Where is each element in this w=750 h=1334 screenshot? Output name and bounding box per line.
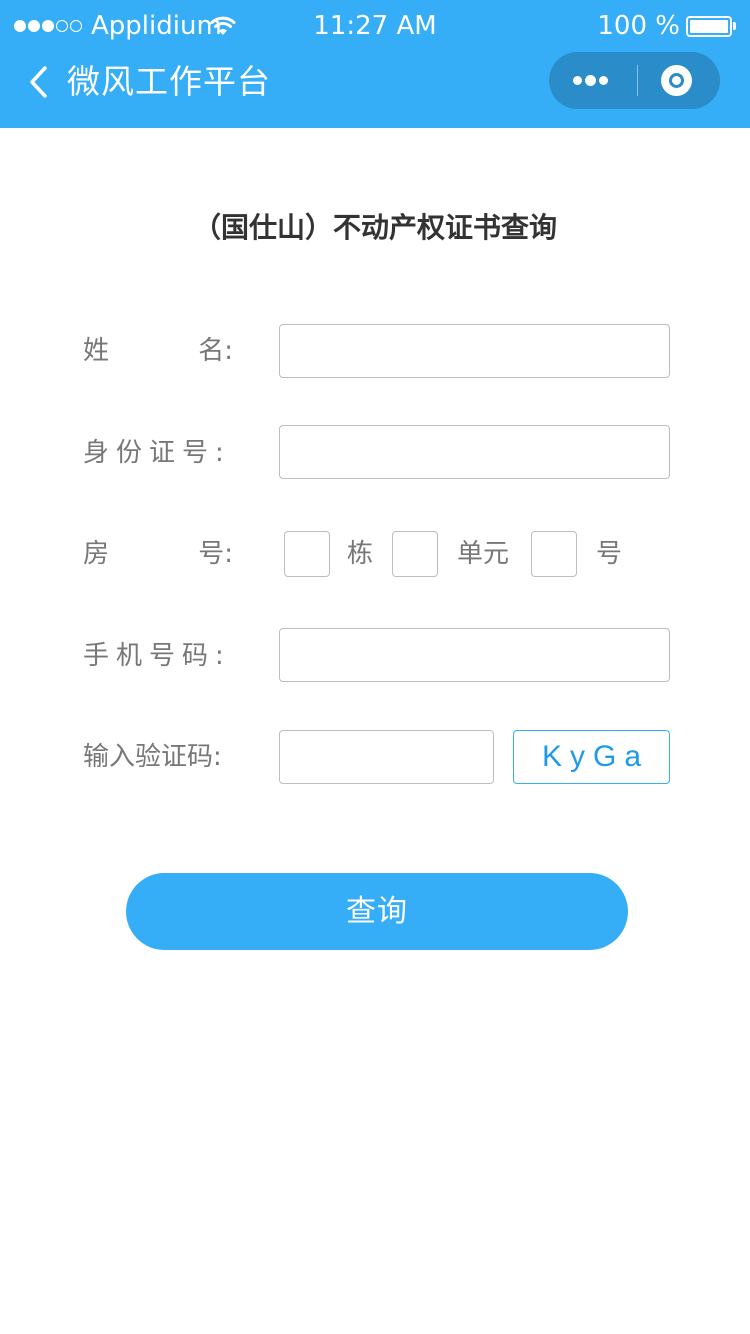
more-dot (599, 76, 608, 85)
id-number-field[interactable] (279, 425, 670, 479)
more-menu-button[interactable] (549, 52, 635, 109)
unit-number-input[interactable] (393, 532, 437, 576)
unit-number-field[interactable] (392, 531, 438, 577)
capsule-divider (637, 65, 638, 96)
record-circle-icon[interactable] (661, 65, 692, 96)
phone-field[interactable] (279, 628, 670, 682)
name-label-start: 姓 (83, 336, 110, 366)
unit-unit-label: 单元 (457, 539, 510, 569)
room-number-input[interactable] (532, 532, 576, 576)
captcha-label: 输入验证码: (83, 742, 222, 772)
battery-percentage: 100 % (597, 11, 680, 41)
more-dots-icon (573, 76, 582, 85)
name-field[interactable] (279, 324, 670, 378)
room-label-end: 号: (198, 539, 233, 569)
mini-program-capsule (549, 52, 720, 109)
battery-icon (686, 16, 732, 37)
room-label-start: 房 (83, 539, 110, 569)
captcha-code[interactable]: KyGa (513, 730, 670, 784)
captcha-input[interactable] (280, 731, 493, 783)
status-bar: Applidium 11:27 AM 100 % (0, 0, 750, 52)
building-unit-label: 栋 (347, 539, 374, 569)
room-number-field[interactable] (531, 531, 577, 577)
id-number-input[interactable] (280, 426, 669, 478)
captcha-field[interactable] (279, 730, 494, 784)
name-input[interactable] (280, 325, 669, 377)
name-label-end: 名: (198, 336, 233, 366)
room-unit-label: 号 (596, 539, 623, 569)
phone-input[interactable] (280, 629, 669, 681)
room-label: 房 号: (83, 534, 243, 574)
app-header: Applidium 11:27 AM 100 % 微风工作平台 (0, 0, 750, 128)
id-number-label: 身份证号: (83, 438, 231, 468)
chevron-left-icon (30, 66, 47, 98)
more-dot (585, 75, 596, 86)
building-number-field[interactable] (284, 531, 330, 577)
battery-tip (733, 22, 736, 30)
page-title: （国仕山）不动产权证书查询 (192, 211, 557, 244)
building-number-input[interactable] (285, 532, 329, 576)
back-button[interactable] (22, 60, 58, 104)
name-label: 姓 名: (83, 331, 243, 371)
nav-title: 微风工作平台 (67, 62, 271, 101)
query-button[interactable]: 查询 (126, 873, 628, 950)
phone-label: 手机号码: (83, 641, 231, 671)
